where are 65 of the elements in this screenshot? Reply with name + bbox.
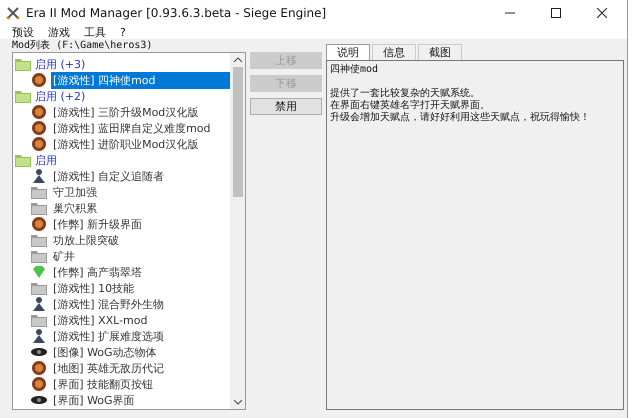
close-icon[interactable] (597, 8, 607, 18)
group-label[interactable]: 启用 (35, 152, 57, 168)
mod-item[interactable]: [地图] 英雄无敌历代记 (51, 360, 230, 376)
scrollbar[interactable] (230, 53, 245, 409)
folder-icon (15, 154, 31, 166)
mod-item[interactable]: [游戏性] 进阶职业Mod汉化版 (51, 136, 230, 152)
folder-icon (31, 314, 47, 326)
description-title: 四神使mod (330, 64, 378, 75)
folder-icon (31, 202, 47, 214)
figure-icon (31, 169, 47, 183)
mod-item[interactable]: [游戏性] 蓝田牌自定义难度mod (51, 120, 230, 136)
action-button[interactable]: 禁用 (250, 98, 322, 115)
description-line: 提供了一套比较复杂的天赋系统。 (330, 88, 480, 99)
mod-item[interactable]: 功放上限突破 (51, 232, 230, 248)
group-label[interactable]: 启用 (+2) (35, 88, 86, 104)
maximize-icon[interactable] (551, 8, 561, 18)
folder-icon (15, 58, 31, 70)
menu-item[interactable]: 预设 (12, 24, 34, 40)
emblem-icon (31, 137, 47, 151)
emblem-icon (31, 105, 47, 119)
figure-icon (31, 297, 47, 311)
mod-item[interactable]: 守卫加强 (51, 184, 230, 200)
folder-icon (31, 250, 47, 262)
mod-item[interactable]: [界面] WoG界面 (51, 392, 230, 408)
mod-item[interactable]: [游戏性] 自定义追随者 (51, 168, 230, 184)
tab[interactable]: 说明 (326, 44, 370, 60)
mod-item[interactable]: [游戏性] XXL-mod (51, 312, 230, 328)
window-title: Era II Mod Manager [0.93.6.3.beta - Siege Engine] (26, 6, 326, 20)
tab[interactable]: 截图 (418, 44, 462, 60)
emblem-icon (31, 361, 47, 375)
group-label[interactable]: 启用 (+3) (35, 56, 86, 72)
mod-item[interactable]: [游戏性] 扩展难度选项 (51, 328, 230, 344)
mod-item[interactable]: [图像] WoG动态物体 (51, 344, 230, 360)
emblem-icon (31, 217, 47, 231)
emblem-icon (31, 377, 47, 391)
mod-item[interactable]: [游戏性] 混合野外生物 (51, 296, 230, 312)
scrollbar-thumb[interactable] (232, 67, 242, 197)
mod-item[interactable]: 巢穴积累 (51, 200, 230, 216)
mod-item[interactable]: [界面] 技能翻页按钮 (51, 376, 230, 392)
folder-icon (31, 234, 47, 246)
mod-item[interactable]: [游戏性] 四神使mod (51, 72, 230, 88)
menu-item[interactable]: 工具 (84, 24, 106, 40)
emblem-icon (31, 121, 47, 135)
mod-item[interactable]: 矿井 (51, 248, 230, 264)
figure-icon (31, 329, 47, 343)
eye-icon (31, 393, 47, 407)
crossed-swords-icon (6, 6, 20, 20)
mod-item[interactable]: [游戏性] 10技能 (51, 280, 230, 296)
mod-item[interactable]: [游戏性] 三阶升级Mod汉化版 (51, 104, 230, 120)
gem-icon (31, 265, 47, 279)
folder-icon (31, 186, 47, 198)
menu-item[interactable]: ? (120, 26, 126, 38)
mod-item[interactable]: [作弊] 新升级界面 (51, 216, 230, 232)
folder-icon (15, 90, 31, 102)
description-line: 升级会增加天赋点，请好好利用这些天赋点，祝玩得愉快！ (330, 112, 590, 123)
mod-item[interactable]: [作弊] 高产翡翠塔 (51, 264, 230, 280)
scroll-up-icon[interactable] (234, 57, 242, 63)
folder-icon (31, 282, 47, 294)
tab[interactable]: 信息 (372, 44, 416, 60)
description-line: 在界面右键英雄名字打开天赋界面。 (330, 100, 490, 111)
list-label: Mod列表 (F:\Game\heros3) (12, 39, 154, 52)
eye-icon (31, 345, 47, 359)
menu-item[interactable]: 游戏 (48, 24, 70, 40)
emblem-icon (31, 73, 47, 87)
scroll-down-icon[interactable] (234, 399, 242, 405)
